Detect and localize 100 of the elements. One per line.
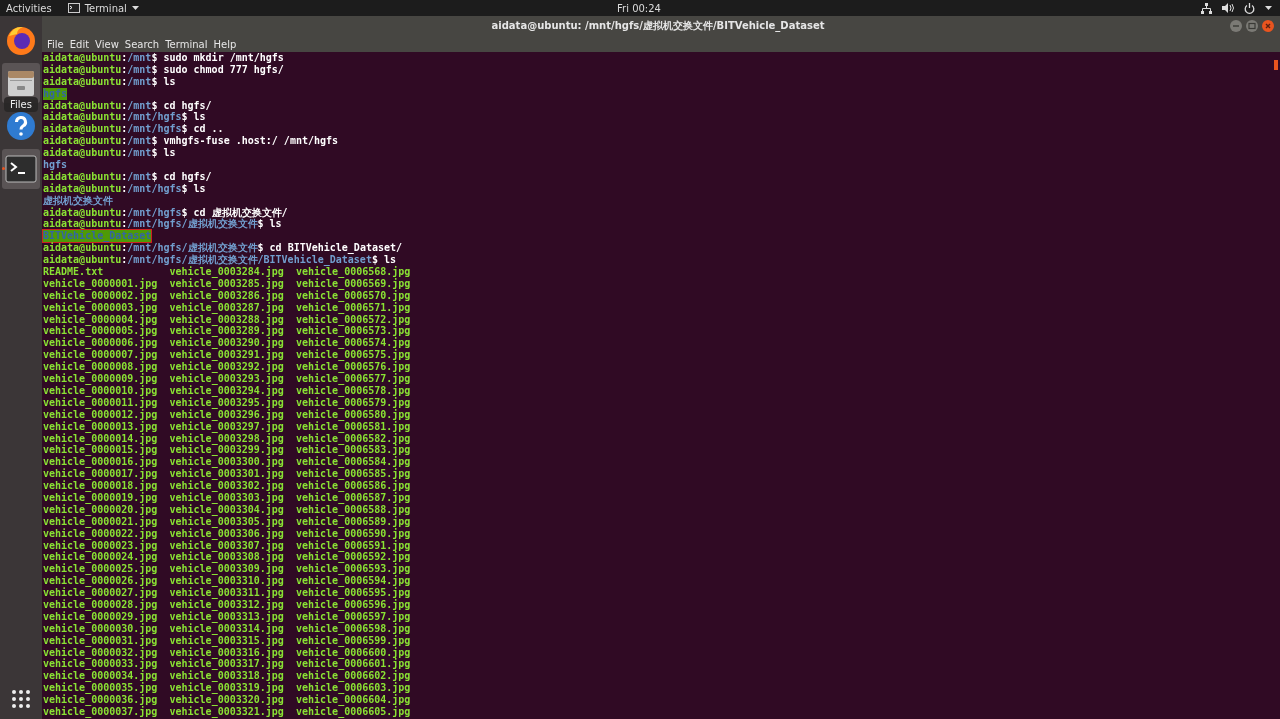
file-name: vehicle_0000003.jpg	[43, 301, 159, 314]
file-name: vehicle_0000027.jpg	[43, 587, 159, 599]
app-menu[interactable]: Terminal	[67, 2, 139, 14]
file-name: vehicle_0003320.jpg	[169, 694, 285, 706]
help-icon	[6, 111, 36, 141]
file-name: vehicle_0003286.jpg	[169, 289, 285, 302]
file-name: vehicle_0000035.jpg	[43, 682, 159, 695]
maximize-button[interactable]	[1246, 20, 1258, 32]
file-name: vehicle_0000023.jpg	[43, 539, 159, 552]
menu-item[interactable]: View	[95, 38, 119, 50]
file-name: vehicle_0000022.jpg	[43, 527, 159, 540]
dock-item[interactable]	[2, 149, 40, 189]
file-name: vehicle_0006604.jpg	[296, 694, 412, 706]
prompt-line: aidata@ubuntu:/mnt/hgfs$ ls	[43, 111, 206, 124]
file-name: vehicle_0003288.jpg	[169, 313, 285, 326]
file-name: vehicle_0006599.jpg	[296, 634, 412, 647]
file-name: vehicle_0006602.jpg	[296, 670, 412, 683]
file-name: vehicle_0006594.jpg	[296, 575, 412, 588]
file-name: vehicle_0000004.jpg	[43, 313, 159, 326]
file-name: vehicle_0003316.jpg	[169, 646, 285, 659]
file-name: vehicle_0003295.jpg	[169, 396, 285, 409]
file-name: vehicle_0000015.jpg	[43, 444, 159, 457]
file-name: vehicle_0003301.jpg	[169, 468, 285, 481]
file-name: vehicle_0006592.jpg	[296, 551, 412, 564]
file-name: vehicle_0006603.jpg	[296, 682, 412, 695]
file-name: vehicle_0006573.jpg	[296, 325, 412, 338]
file-name: vehicle_0000037.jpg	[43, 706, 159, 718]
file-name: vehicle_0000010.jpg	[43, 384, 159, 397]
close-button[interactable]	[1262, 20, 1274, 32]
file-name: vehicle_0003314.jpg	[169, 622, 285, 635]
directory-name: hgfs	[43, 87, 68, 100]
file-name: vehicle_0000011.jpg	[43, 396, 159, 409]
directory-name: hgfs	[43, 159, 68, 171]
minimize-icon	[1232, 22, 1240, 30]
prompt-line: aidata@ubuntu:/mnt$ sudo mkdir /mnt/hgfs	[43, 52, 284, 64]
file-name: vehicle_0006601.jpg	[296, 658, 412, 671]
file-name: vehicle_0000028.jpg	[43, 598, 159, 611]
terminal-icon	[67, 3, 80, 13]
file-name: vehicle_0006579.jpg	[296, 396, 412, 409]
file-name: vehicle_0006577.jpg	[296, 373, 412, 385]
file-name: vehicle_0006580.jpg	[296, 408, 412, 421]
file-name: vehicle_0006598.jpg	[296, 622, 412, 635]
file-name: vehicle_0003307.jpg	[169, 539, 285, 552]
tooltip: Files	[4, 97, 38, 112]
scrollbar-thumb[interactable]	[1274, 60, 1278, 70]
file-name: vehicle_0006569.jpg	[296, 277, 412, 290]
file-name: vehicle_0003308.jpg	[169, 551, 285, 564]
clock[interactable]: Fri 00:24	[617, 2, 661, 14]
menu-item[interactable]: Help	[213, 38, 237, 50]
file-name: vehicle_0003304.jpg	[169, 503, 285, 516]
file-name: vehicle_0003291.jpg	[169, 349, 285, 362]
prompt-line: aidata@ubuntu:/mnt$ ls	[43, 147, 176, 159]
menu-item[interactable]: Edit	[69, 38, 90, 50]
window-title: aidata@ubuntu: /mnt/hgfs/虚拟机交换文件/BITVehicle_Dataset	[490, 19, 826, 33]
file-name: vehicle_0000018.jpg	[43, 480, 159, 492]
menu-item[interactable]: File	[47, 38, 64, 50]
file-name: vehicle_0006590.jpg	[296, 527, 412, 540]
file-name: vehicle_0003319.jpg	[169, 682, 285, 695]
file-name: vehicle_0006574.jpg	[296, 337, 412, 350]
file-name: vehicle_0003296.jpg	[169, 408, 285, 421]
prompt-line: aidata@ubuntu:/mnt/hgfs/虚拟机交换文件$ ls	[43, 218, 282, 231]
prompt-line: aidata@ubuntu:/mnt/hgfs$ ls	[43, 182, 206, 194]
menu-item[interactable]: Terminal	[165, 38, 208, 50]
file-name: vehicle_0006589.jpg	[296, 515, 412, 528]
file-name: vehicle_0000029.jpg	[43, 610, 159, 623]
network-icon[interactable]	[1201, 2, 1212, 14]
show-applications-icon[interactable]	[11, 689, 31, 709]
directory-name: 虚拟机交换文件	[43, 194, 113, 207]
file-name: vehicle_0003311.jpg	[169, 587, 285, 599]
prompt-line: aidata@ubuntu:/mnt/hgfs$ cd ..	[43, 123, 224, 135]
close-icon	[1264, 22, 1272, 30]
activities-button[interactable]: Activities	[6, 2, 52, 14]
file-name: vehicle_0000033.jpg	[43, 658, 159, 671]
file-name: vehicle_0000001.jpg	[43, 277, 159, 290]
file-cabinet-icon	[6, 68, 36, 98]
file-name: vehicle_0003313.jpg	[169, 610, 285, 623]
file-name: vehicle_0003298.jpg	[169, 432, 285, 445]
file-name: vehicle_0000036.jpg	[43, 694, 159, 706]
power-icon[interactable]	[1244, 2, 1255, 14]
file-name: vehicle_0003310.jpg	[169, 575, 285, 588]
volume-icon[interactable]	[1222, 3, 1234, 13]
file-name: vehicle_0006584.jpg	[296, 456, 412, 469]
caret-icon[interactable]	[1265, 6, 1272, 10]
menu-item[interactable]: Search	[124, 38, 160, 50]
file-name: vehicle_0006596.jpg	[296, 598, 412, 611]
file-name: vehicle_0006571.jpg	[296, 301, 412, 314]
file-name: vehicle_0000032.jpg	[43, 646, 159, 659]
file-name: vehicle_0003292.jpg	[169, 361, 285, 374]
file-name: vehicle_0000014.jpg	[43, 432, 159, 445]
caret-icon	[131, 6, 139, 10]
file-name: vehicle_0003306.jpg	[169, 527, 285, 540]
file-name: vehicle_0006570.jpg	[296, 289, 412, 302]
file-name: README.txt	[43, 266, 105, 278]
file-name: vehicle_0003312.jpg	[169, 598, 285, 611]
prompt-line: aidata@ubuntu:/mnt/hgfs$ cd 虚拟机交换文件/	[43, 206, 288, 219]
file-name: vehicle_0000006.jpg	[43, 337, 159, 350]
file-name: vehicle_0003285.jpg	[169, 277, 285, 290]
prompt-line: aidata@ubuntu:/mnt$ sudo chmod 777 hgfs/	[43, 63, 284, 76]
prompt-line: aidata@ubuntu:/mnt/hgfs/虚拟机交换文件/BITVehicle_Dataset$ ls	[43, 254, 396, 267]
file-name: vehicle_0000008.jpg	[43, 361, 159, 374]
